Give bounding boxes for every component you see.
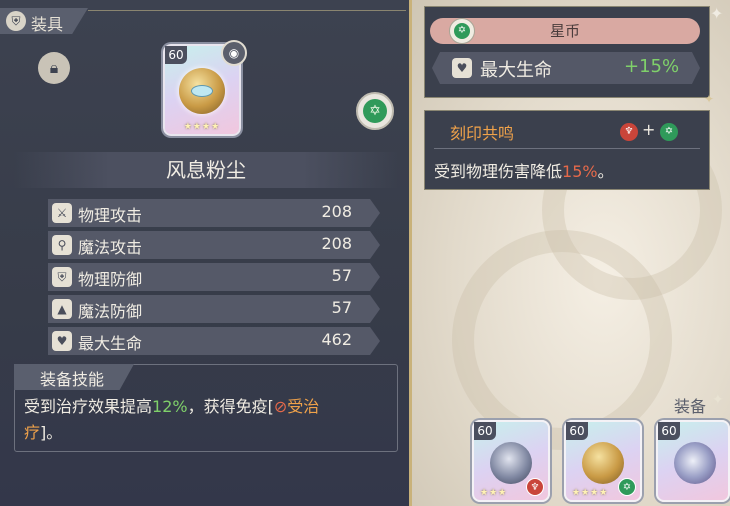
item-level: 60 — [165, 46, 187, 64]
stat-value: 57 — [331, 266, 352, 285]
wizard-hat-icon: ▲ — [52, 299, 72, 319]
resonance-description: 受到物理伤害降低15%。 — [434, 158, 614, 182]
stat-row-physical-defense: ⛨ 物理防御 57 — [48, 263, 380, 291]
shield-icon: ⛨ — [6, 11, 26, 31]
stat-row-max-hp: ♥ 最大生命 462 — [48, 327, 380, 355]
stat-label: 魔法攻击 — [78, 238, 143, 257]
sword-icon: ⚔ — [52, 203, 72, 223]
status-keyword[interactable]: 疗 — [24, 423, 40, 442]
star-coin-stat-label: 最大生命 — [480, 60, 552, 81]
resonance-divider — [434, 148, 700, 149]
red-rune-icon: ♆ — [620, 123, 638, 141]
heart-icon: ♥ — [452, 58, 472, 78]
red-rune-icon: ♆ — [526, 478, 544, 496]
stat-value: 462 — [321, 330, 352, 349]
heart-icon: ♥ — [52, 331, 72, 351]
skill-text: ]。 — [40, 423, 63, 442]
wand-icon: ⚲ — [52, 235, 72, 255]
rune-badge-button[interactable]: ✡ — [356, 92, 394, 130]
resonance-percent: 15% — [562, 162, 598, 181]
green-rune-icon: ✡ — [363, 99, 387, 123]
panel-title: 装具 — [31, 15, 64, 34]
item-name: 风息粉尘 — [166, 158, 246, 182]
skill-heal-percent: 12% — [152, 397, 188, 416]
axe-icon — [490, 442, 532, 484]
skill-text: 受到治疗效果提高 — [24, 397, 153, 416]
status-keyword[interactable]: 受治 — [287, 397, 319, 416]
item-stars: ★★★★ — [183, 122, 221, 132]
item-art — [179, 68, 225, 114]
equip-slot-weapon[interactable]: 60 ★★★ ♆ — [472, 420, 550, 502]
equip-section-label: 装备 — [674, 397, 707, 416]
stat-label: 物理攻击 — [78, 206, 143, 225]
stats-list: ⚔ 物理攻击 208 ⚲ 魔法攻击 208 ⛨ 物理防御 57 ▲ 魔法防御 5… — [48, 199, 380, 359]
stat-row-magic-attack: ⚲ 魔法攻击 208 — [48, 231, 380, 259]
owner-avatar[interactable]: ◉ — [221, 40, 247, 66]
green-rune-icon: ✡ — [454, 23, 470, 39]
stat-label: 物理防御 — [78, 270, 143, 289]
slot-stars: ★★★★ — [572, 488, 609, 498]
equip-slot-armor[interactable]: 60 — [656, 420, 730, 502]
slot-level: 60 — [474, 422, 496, 440]
star-coin-stat-value: +15% — [624, 56, 680, 77]
resonance-title: 刻印共鸣 — [450, 124, 515, 143]
lock-icon: 🔒︎ — [49, 58, 59, 77]
stat-value: 208 — [321, 202, 352, 221]
sparkle-icon: ✦ — [712, 392, 724, 408]
item-card: 60 ◉ ★★★★ — [163, 40, 247, 136]
slot-stars: ★★★ — [480, 488, 508, 498]
stat-value: 57 — [331, 298, 352, 317]
green-rune-icon: ✡ — [660, 123, 678, 141]
green-rune-icon: ✡ — [618, 478, 636, 496]
plus-sign: + — [642, 120, 656, 139]
slot-level: 60 — [658, 422, 680, 440]
equip-slot-accessory[interactable]: 60 ★★★★ ✡ — [564, 420, 642, 502]
sparkle-icon: ✦ — [704, 92, 715, 106]
star-coin-badge: ✡ — [449, 18, 475, 44]
no-heal-icon: ⊘ — [273, 397, 288, 416]
skill-text: ，获得免疫[ — [187, 397, 274, 416]
dust-compact-icon — [582, 442, 624, 484]
crystal-armor-icon — [674, 442, 716, 484]
resonance-text: 受到物理伤害降低 — [434, 162, 563, 181]
stat-label: 最大生命 — [78, 334, 143, 353]
equip-skill-title: 装备技能 — [40, 370, 105, 389]
lock-button[interactable]: 🔒︎ — [38, 52, 70, 84]
resonance-text: 。 — [597, 162, 614, 181]
header-divider — [88, 10, 406, 11]
shield-icon: ⛨ — [52, 267, 72, 287]
sparkle-icon: ✦ — [710, 4, 724, 23]
equip-skill-description: 受到治疗效果提高12%，获得免疫[⊘受治疗]。 — [24, 394, 390, 446]
stat-value: 208 — [321, 234, 352, 253]
stat-row-physical-attack: ⚔ 物理攻击 208 — [48, 199, 380, 227]
stat-row-magic-defense: ▲ 魔法防御 57 — [48, 295, 380, 323]
stat-label: 魔法防御 — [78, 302, 143, 321]
slot-level: 60 — [566, 422, 588, 440]
